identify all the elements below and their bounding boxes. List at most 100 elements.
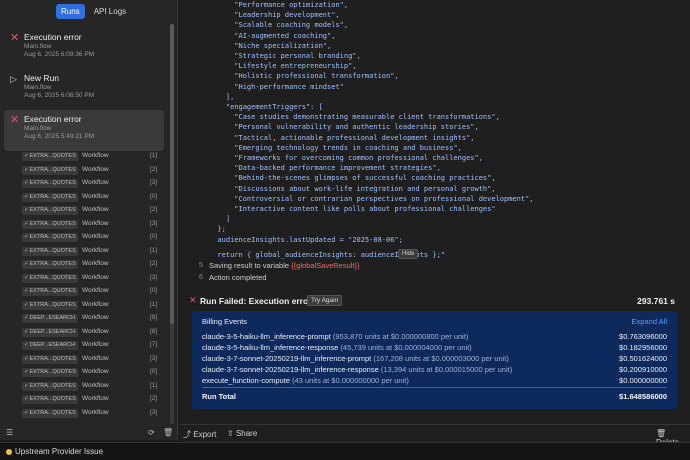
checkmark-icon: ✓ (24, 301, 29, 308)
subrun-type: Workflow (82, 395, 109, 402)
subrun-type: Workflow (82, 152, 109, 159)
subrun-index: [3] (150, 219, 158, 227)
billing-item-amount: $0.182956000 (619, 343, 667, 352)
code-line: }; (209, 225, 226, 234)
subrun-badge: ✓EXTRA...QUOTES (22, 152, 78, 161)
tab-runs[interactable]: Runs (56, 4, 85, 19)
code-line: "Frameworks for overcoming common profes… (209, 154, 483, 163)
checkmark-icon: ✓ (24, 220, 29, 227)
log-text: Action completed (209, 273, 267, 282)
code-line: ], (209, 92, 235, 101)
subrun-type: Workflow (82, 192, 109, 200)
billing-total-row: Run Total $1.648586000 (202, 392, 667, 401)
subrun-item[interactable]: ✓EXTRA...QUOTES Workflow [1] (22, 380, 162, 394)
log-line: Saving result to variable {{globalSaveRe… (209, 261, 360, 270)
subrun-badge-label: EXTRA...QUOTES (29, 153, 76, 159)
subrun-type: Workflow (82, 408, 109, 416)
subrun-item[interactable]: ✓EXTRA...QUOTES Workflow [3] (22, 218, 162, 232)
subrun-item[interactable]: ✓EXTRA...QUOTES Workflow [3] (22, 353, 162, 367)
subrun-item[interactable]: ✓EXTRA...QUOTES Workflow [0] (22, 285, 162, 299)
subrun-badge: ✓EXTRA...QUOTES (22, 368, 78, 377)
code-line: ] (209, 215, 231, 224)
export-button[interactable]: ⤴ Export (183, 429, 216, 440)
list-icon[interactable]: ☰ (6, 428, 13, 437)
share-button[interactable]: ⇪ Share (227, 429, 257, 438)
subrun-item[interactable]: ✓EXTRA...QUOTES Workflow [1] (22, 150, 162, 164)
error-x-icon: ✕ (10, 114, 20, 126)
subrun-badge-label: EXTRA...QUOTES (29, 288, 76, 294)
checkmark-icon: ✓ (24, 409, 29, 416)
subrun-item[interactable]: ✓EXTRA...QUOTES Workflow [2] (22, 164, 162, 178)
subrun-item[interactable]: ✓EXTRA...QUOTES Workflow [2] (22, 393, 162, 407)
subrun-index: [1] (150, 246, 158, 254)
run-item-selected[interactable]: ✕ Execution error Main.flow Aug 6, 2025 … (4, 110, 164, 151)
output-actions-bar: ⤴ Export ⇪ Share 🗑 Delete (179, 424, 690, 447)
expand-all-link[interactable]: Expand All (632, 317, 667, 326)
code-line: "Case studies demonstrating measurable c… (209, 113, 500, 122)
subrun-badge: ✓EXTRA...QUOTES (22, 287, 78, 296)
billing-item-detail: (43 units at $0.000000000 per unit) (292, 376, 409, 385)
subrun-item[interactable]: ✓EXTRA...QUOTES Workflow [2] (22, 258, 162, 272)
try-again-button[interactable]: Try Again (307, 295, 343, 306)
run-item[interactable]: ▷ New Run Main.flow Aug 6, 2025 6:06:50 … (4, 69, 164, 110)
billing-item-amount: $0.763096000 (619, 332, 667, 341)
sidebar-scrollbar-thumb[interactable] (170, 24, 174, 324)
subrun-item[interactable]: ✓EXTRA...QUOTES Workflow [2] (22, 204, 162, 218)
checkmark-icon: ✓ (24, 369, 29, 375)
subrun-index: [3] (150, 354, 158, 362)
billing-row: claude-3-5-haiku-llm_inference-prompt (9… (202, 332, 667, 341)
subrun-index: [8] (150, 327, 158, 335)
subrun-item[interactable]: ✓EXTRA...QUOTES Workflow [1] (22, 299, 162, 313)
subrun-badge: ✓EXTRA...QUOTES (22, 381, 78, 391)
checkmark-icon: ✓ (24, 274, 29, 281)
subrun-badge: ✓DEEP...ESEARCH (22, 341, 78, 350)
billing-divider (202, 387, 667, 388)
billing-item-name: claude-3-5-haiku-llm_inference-prompt (202, 332, 331, 341)
status-bar: Upstream Provider Issue (0, 442, 690, 460)
billing-events-panel: Billing Events Expand All claude-3-5-hai… (192, 311, 677, 409)
subrun-index: [3] (150, 408, 158, 416)
subrun-item[interactable]: ✓EXTRA...QUOTES Workflow [3] (22, 407, 162, 421)
subrun-item[interactable]: ✓EXTRA...QUOTES Workflow [3] (22, 272, 162, 286)
subrun-item[interactable]: ✓EXTRA...QUOTES Workflow [0] (22, 231, 162, 245)
billing-item-detail: (953,870 units at $0.000000800 per unit) (332, 332, 469, 341)
subrun-item[interactable]: ✓DEEP...ESEARCH Workflow [7] (22, 339, 162, 353)
billing-item-amount: $0.501624000 (619, 354, 667, 363)
subrun-index: [3] (150, 273, 158, 281)
status-text[interactable]: Upstream Provider Issue (15, 447, 103, 456)
subrun-badge-label: EXTRA...QUOTES (29, 220, 76, 227)
subrun-badge: ✓EXTRA...QUOTES (22, 233, 78, 242)
subrun-badge-label: EXTRA...QUOTES (29, 180, 76, 186)
subrun-item[interactable]: ✓EXTRA...QUOTES Workflow [0] (22, 366, 162, 380)
checkmark-icon: ✓ (24, 207, 29, 213)
subrun-item[interactable]: ✓EXTRA...QUOTES Workflow [3] (22, 177, 162, 191)
checkmark-icon: ✓ (24, 382, 29, 389)
subrun-item[interactable]: ✓EXTRA...QUOTES Workflow [0] (22, 191, 162, 205)
code-line: audienceInsights.lastUpdated = "2025-08-… (209, 235, 403, 244)
hide-button[interactable]: Hide (398, 249, 419, 259)
subrun-badge: ✓EXTRA...QUOTES (22, 206, 78, 215)
code-line: "Strategic personal branding", (209, 52, 361, 61)
export-label: Export (193, 430, 217, 439)
error-x-icon: ✕ (189, 295, 197, 305)
code-line: "Holistic professional transformation", (209, 72, 399, 81)
code-line: "Personal vulnerability and authentic le… (209, 123, 479, 132)
subrun-badge: ✓EXTRA...QUOTES (22, 395, 78, 404)
subrun-badge-label: EXTRA...QUOTES (29, 396, 76, 402)
subrun-badge-label: DEEP...ESEARCH (29, 315, 76, 321)
subrun-item[interactable]: ✓DEEP...ESEARCH Workflow [9] (22, 312, 162, 326)
code-output: "Performance optimization", "Leadership … (209, 0, 533, 245)
run-failed-title: Run Failed: Execution error (200, 296, 312, 306)
billing-item-name: claude-3-5-haiku-llm_inference-response (202, 343, 339, 352)
billing-item-detail: (13,394 units at $0.000015000 per unit) (380, 365, 513, 374)
subrun-type: Workflow (82, 381, 109, 389)
subrun-item[interactable]: ✓EXTRA...QUOTES Workflow [1] (22, 245, 162, 259)
subrun-type: Workflow (82, 165, 109, 173)
trash-icon[interactable]: 🗑 (163, 428, 173, 437)
refresh-icon[interactable]: ⟳ (148, 428, 155, 437)
run-item[interactable]: ✕ Execution error Main.flow Aug 6, 2025 … (4, 28, 164, 69)
code-line: "Scalable coaching models", (209, 21, 349, 30)
subrun-type: Workflow (82, 233, 109, 240)
tab-api-logs[interactable]: API Logs (89, 4, 131, 19)
subrun-item[interactable]: ✓DEEP...ESEARCH Workflow [8] (22, 326, 162, 340)
